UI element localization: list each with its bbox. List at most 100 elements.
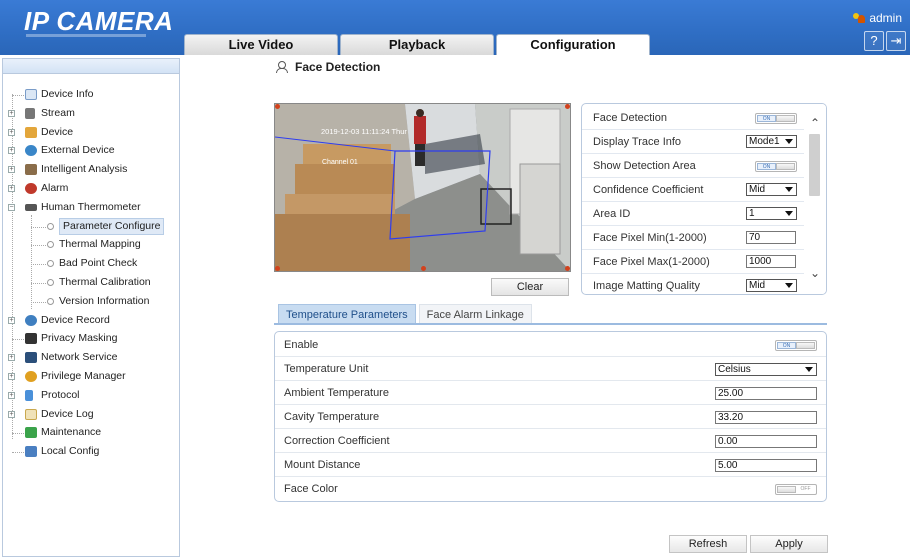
sidebar-item-parameter-configure[interactable]: Parameter Configure: [3, 217, 179, 236]
tree-branch: [12, 433, 24, 435]
show-detection-area-toggle[interactable]: ON: [755, 161, 797, 172]
sidebar-item-device[interactable]: + Device: [3, 123, 179, 142]
dropdown-arrow-icon: [785, 187, 793, 192]
sidebar-item-network-service[interactable]: + Network Service: [3, 348, 179, 367]
sidebar-item-thermal-mapping[interactable]: Thermal Mapping: [3, 235, 179, 254]
scroll-up-icon[interactable]: ⌃: [809, 117, 821, 129]
user-info[interactable]: admin: [852, 11, 902, 25]
select-value: 1: [749, 208, 755, 219]
dropdown-arrow-icon: [785, 283, 793, 288]
logout-button[interactable]: ⇥: [886, 31, 906, 51]
sidebar-item-label: Bad Point Check: [59, 257, 138, 270]
expand-icon[interactable]: +: [8, 354, 15, 362]
display-trace-info-select[interactable]: Mode1: [746, 135, 797, 148]
tab-face-alarm-linkage[interactable]: Face Alarm Linkage: [418, 304, 532, 324]
face-detection-toggle[interactable]: ON: [755, 113, 797, 124]
area-id-select[interactable]: 1: [746, 207, 797, 220]
sidebar-item-alarm[interactable]: + Alarm: [3, 179, 179, 198]
face-pixel-min-input[interactable]: 70: [746, 231, 796, 244]
expand-icon[interactable]: +: [8, 391, 15, 399]
temperature-unit-select[interactable]: Celsius: [715, 363, 817, 376]
tab-live-video[interactable]: Live Video: [184, 34, 338, 55]
toggle-knob: [796, 342, 815, 349]
toggle-knob: [776, 115, 795, 122]
ambient-temperature-row: Ambient Temperature 25.00: [275, 381, 826, 406]
sidebar-item-local-config[interactable]: Local Config: [3, 442, 179, 461]
tab-temperature-parameters[interactable]: Temperature Parameters: [278, 304, 416, 324]
device-log-icon: [25, 408, 37, 420]
sidebar-item-human-thermometer[interactable]: − Human Thermometer: [3, 198, 179, 217]
image-matting-quality-select[interactable]: Mid: [746, 279, 797, 292]
sidebar-item-device-record[interactable]: + Device Record: [3, 311, 179, 330]
video-preview[interactable]: 2019-12-03 11:11:24 Thur Channel 01: [274, 103, 571, 272]
scroll-down-icon[interactable]: ⌄: [809, 267, 821, 279]
tab-playback[interactable]: Playback: [340, 34, 494, 55]
header-bar: IP CAMERA admin ? ⇥ Live Video Playback …: [0, 0, 910, 55]
scroll-thumb[interactable]: [809, 134, 820, 196]
expand-icon[interactable]: +: [8, 410, 15, 418]
sidebar-item-version-information[interactable]: Version Information: [3, 292, 179, 311]
tree-branch: [31, 245, 46, 247]
corner-handle[interactable]: [275, 104, 280, 109]
corner-handle[interactable]: [421, 266, 426, 271]
expand-icon[interactable]: +: [8, 147, 15, 155]
video-osd-time: 2019-12-03 11:11:24 Thur: [321, 127, 407, 136]
sidebar-header: [3, 59, 179, 74]
device-record-icon: [25, 314, 37, 326]
temperature-panel: Enable ON Temperature Unit Celsius Ambie…: [274, 331, 827, 502]
expand-icon[interactable]: +: [8, 166, 15, 174]
sidebar-item-bad-point-check[interactable]: Bad Point Check: [3, 254, 179, 273]
face-detection-scrollbar[interactable]: ⌃ ⌄: [804, 104, 826, 294]
expand-icon[interactable]: +: [8, 372, 15, 380]
alarm-icon: [25, 182, 37, 194]
video-osd-channel: Channel 01: [322, 159, 358, 166]
cavity-temperature-input[interactable]: 33.20: [715, 411, 817, 424]
confidence-coefficient-select[interactable]: Mid: [746, 183, 797, 196]
corner-handle[interactable]: [275, 266, 280, 271]
enable-toggle[interactable]: ON: [775, 340, 817, 351]
sidebar-item-privilege-manager[interactable]: + Privilege Manager: [3, 367, 179, 386]
expand-icon[interactable]: +: [8, 184, 15, 192]
face-detection-row: Face Detection ON: [582, 106, 804, 130]
sidebar-item-protocol[interactable]: + Protocol: [3, 386, 179, 405]
sidebar-item-intelligent-analysis[interactable]: + Intelligent Analysis: [3, 160, 179, 179]
sidebar-item-maintenance[interactable]: Maintenance: [3, 423, 179, 442]
apply-button[interactable]: Apply: [750, 535, 828, 553]
ambient-temperature-input[interactable]: 25.00: [715, 387, 817, 400]
sidebar-item-privacy-masking[interactable]: Privacy Masking: [3, 329, 179, 348]
bullet-icon: [47, 297, 54, 305]
face-color-toggle[interactable]: OFF: [775, 484, 817, 495]
corner-handle[interactable]: [565, 104, 570, 109]
local-config-icon: [25, 446, 37, 458]
toggle-state: ON: [757, 163, 776, 170]
sidebar-item-device-log[interactable]: + Device Log: [3, 405, 179, 424]
corner-handle[interactable]: [565, 266, 570, 271]
sidebar-item-label: Device: [41, 125, 74, 138]
sidebar-item-stream[interactable]: + Stream: [3, 104, 179, 123]
expand-icon[interactable]: +: [8, 128, 15, 136]
logout-icon: ⇥: [890, 33, 902, 48]
page-title-row: Face Detection: [275, 60, 380, 74]
help-button[interactable]: ?: [864, 31, 884, 51]
sidebar-item-label: Maintenance: [41, 426, 102, 439]
user-icon: [852, 12, 866, 24]
face-pixel-max-input[interactable]: 1000: [746, 255, 796, 268]
display-trace-info-label: Display Trace Info: [593, 136, 682, 148]
expand-icon[interactable]: +: [8, 109, 15, 117]
sidebar-item-external-device[interactable]: + External Device: [3, 141, 179, 160]
privacy-masking-icon: [25, 333, 37, 345]
collapse-icon[interactable]: −: [8, 203, 15, 211]
config-tree: Device Info + Stream + Device + External…: [3, 74, 179, 461]
refresh-button[interactable]: Refresh: [669, 535, 747, 553]
tab-configuration[interactable]: Configuration: [496, 34, 650, 55]
clear-button[interactable]: Clear: [491, 278, 569, 296]
sidebar-item-thermal-calibration[interactable]: Thermal Calibration: [3, 273, 179, 292]
sidebar-item-device-info[interactable]: Device Info: [3, 85, 179, 104]
video-scene: 2019-12-03 11:11:24 Thur Channel 01: [275, 104, 570, 271]
ambient-temperature-label: Ambient Temperature: [284, 387, 389, 399]
expand-icon[interactable]: +: [8, 316, 15, 324]
face-color-label: Face Color: [284, 483, 338, 495]
correction-coefficient-input[interactable]: 0.00: [715, 435, 817, 448]
mount-distance-label: Mount Distance: [284, 459, 361, 471]
mount-distance-input[interactable]: 5.00: [715, 459, 817, 472]
